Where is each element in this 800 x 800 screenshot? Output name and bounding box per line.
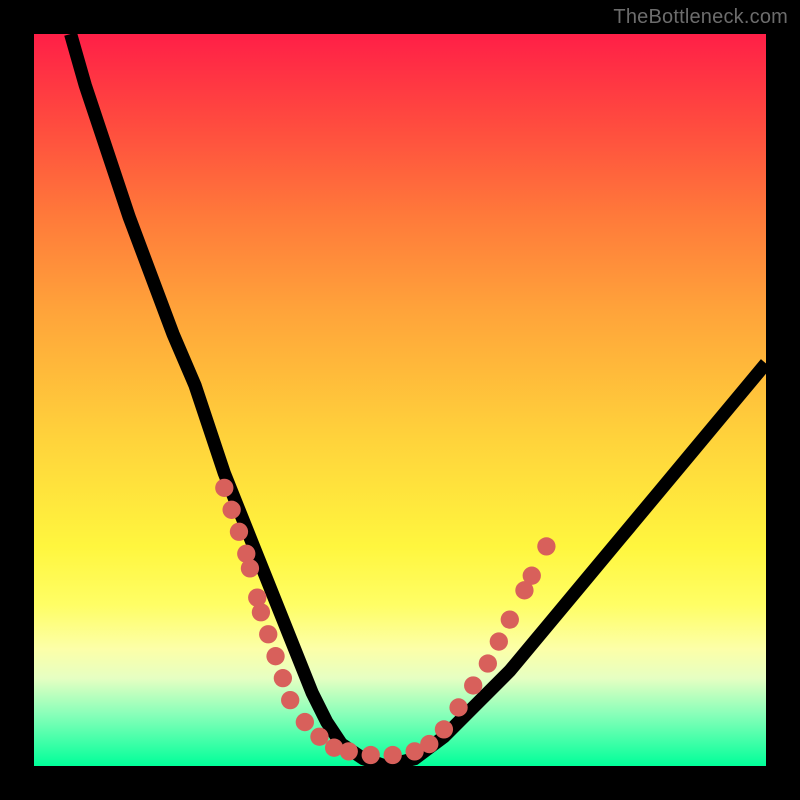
data-dots <box>215 479 555 764</box>
data-dot <box>501 610 519 628</box>
data-dot <box>449 698 467 716</box>
data-dot <box>230 523 248 541</box>
data-dot <box>222 501 240 519</box>
data-dot <box>362 746 380 764</box>
bottleneck-curve-svg <box>34 34 766 766</box>
data-dot <box>266 647 284 665</box>
data-dot <box>420 735 438 753</box>
data-dot <box>523 567 541 585</box>
data-dot <box>274 669 292 687</box>
data-dot <box>310 728 328 746</box>
data-dot <box>215 479 233 497</box>
bottleneck-curve <box>71 34 766 766</box>
data-dot <box>296 713 314 731</box>
data-dot <box>490 632 508 650</box>
data-dot <box>259 625 277 643</box>
data-dot <box>340 742 358 760</box>
data-dot <box>241 559 259 577</box>
data-dot <box>281 691 299 709</box>
data-dot <box>479 654 497 672</box>
data-dot <box>537 537 555 555</box>
data-dot <box>384 746 402 764</box>
watermark-label: TheBottleneck.com <box>613 6 788 29</box>
data-dot <box>252 603 270 621</box>
chart-frame: TheBottleneck.com <box>0 0 800 800</box>
data-dot <box>464 676 482 694</box>
data-dot <box>435 720 453 738</box>
plot-area <box>34 34 766 766</box>
